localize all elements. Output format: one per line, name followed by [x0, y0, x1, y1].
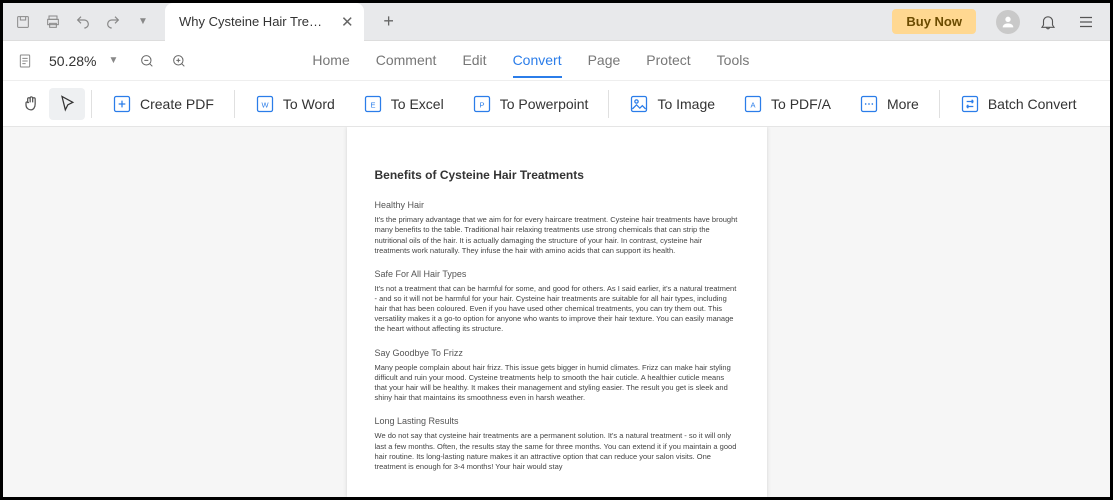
menu-tools[interactable]: Tools — [717, 44, 750, 78]
zoom-level[interactable]: 50.28% — [49, 53, 96, 69]
undo-icon[interactable] — [69, 8, 97, 36]
section-body: It's the primary advantage that we aim f… — [375, 215, 739, 256]
section-heading: Safe For All Hair Types — [375, 268, 739, 280]
zoom-in-button[interactable] — [166, 48, 192, 74]
tool-label: To PDF/A — [771, 96, 831, 112]
buy-now-button[interactable]: Buy Now — [892, 9, 976, 34]
separator — [91, 90, 92, 118]
svg-text:P: P — [479, 100, 484, 109]
dropdown-icon[interactable]: ▼ — [129, 8, 157, 36]
print-icon[interactable] — [39, 8, 67, 36]
menu-convert[interactable]: Convert — [513, 44, 562, 78]
main-menu: Home Comment Edit Convert Page Protect T… — [312, 44, 749, 78]
menu-home[interactable]: Home — [312, 44, 349, 78]
page-thumbnail-icon[interactable] — [13, 49, 37, 73]
to-image-button[interactable]: To Image — [615, 88, 729, 120]
to-excel-button[interactable]: E To Excel — [349, 88, 458, 120]
pdf-page: Benefits of Cysteine Hair Treatments Hea… — [347, 127, 767, 497]
user-avatar-icon[interactable] — [996, 10, 1020, 34]
to-powerpoint-button[interactable]: P To Powerpoint — [458, 88, 603, 120]
redo-icon[interactable] — [99, 8, 127, 36]
section-body: It's not a treatment that can be harmful… — [375, 284, 739, 335]
create-pdf-button[interactable]: Create PDF — [98, 88, 228, 120]
tool-label: To Excel — [391, 96, 444, 112]
zoom-out-button[interactable] — [134, 48, 160, 74]
menu-bar: 50.28% ▼ Home Comment Edit Convert Page … — [3, 41, 1110, 81]
separator — [608, 90, 609, 118]
tool-label: More — [887, 96, 919, 112]
tab-title: Why Cysteine Hair Treat... — [179, 14, 329, 29]
hand-tool[interactable] — [13, 88, 49, 120]
menu-protect[interactable]: Protect — [646, 44, 690, 78]
separator — [234, 90, 235, 118]
title-bar: ▼ Why Cysteine Hair Treat... ✕ + Buy Now — [3, 3, 1110, 41]
tool-label: Batch Convert — [988, 96, 1077, 112]
tool-label: To Powerpoint — [500, 96, 589, 112]
to-pdfa-button[interactable]: A To PDF/A — [729, 88, 845, 120]
svg-text:W: W — [261, 100, 269, 109]
svg-text:E: E — [370, 100, 375, 109]
separator — [939, 90, 940, 118]
convert-toolbar: Create PDF W To Word E To Excel P To Pow… — [3, 81, 1110, 127]
section-body: Many people complain about hair frizz. T… — [375, 363, 739, 404]
menu-comment[interactable]: Comment — [376, 44, 437, 78]
document-tab[interactable]: Why Cysteine Hair Treat... ✕ — [165, 3, 364, 41]
menu-page[interactable]: Page — [588, 44, 621, 78]
hamburger-icon[interactable] — [1072, 13, 1100, 31]
batch-convert-button[interactable]: Batch Convert — [946, 88, 1091, 120]
more-button[interactable]: More — [845, 88, 933, 120]
tool-label: To Word — [283, 96, 335, 112]
section-body: We do not say that cysteine hair treatme… — [375, 431, 739, 472]
notification-icon[interactable] — [1034, 13, 1062, 31]
section-heading: Say Goodbye To Frizz — [375, 347, 739, 359]
select-tool[interactable] — [49, 88, 85, 120]
document-workspace[interactable]: Benefits of Cysteine Hair Treatments Hea… — [3, 127, 1110, 497]
section-heading: Healthy Hair — [375, 199, 739, 211]
menu-edit[interactable]: Edit — [462, 44, 486, 78]
chevron-down-icon[interactable]: ▼ — [108, 55, 118, 66]
svg-text:A: A — [751, 100, 756, 109]
tool-label: To Image — [657, 96, 715, 112]
document-title: Benefits of Cysteine Hair Treatments — [375, 167, 739, 183]
save-icon[interactable] — [9, 8, 37, 36]
section-heading: Long Lasting Results — [375, 415, 739, 427]
close-icon[interactable]: ✕ — [341, 13, 354, 31]
to-word-button[interactable]: W To Word — [241, 88, 349, 120]
new-tab-button[interactable]: + — [374, 7, 404, 37]
tool-label: Create PDF — [140, 96, 214, 112]
